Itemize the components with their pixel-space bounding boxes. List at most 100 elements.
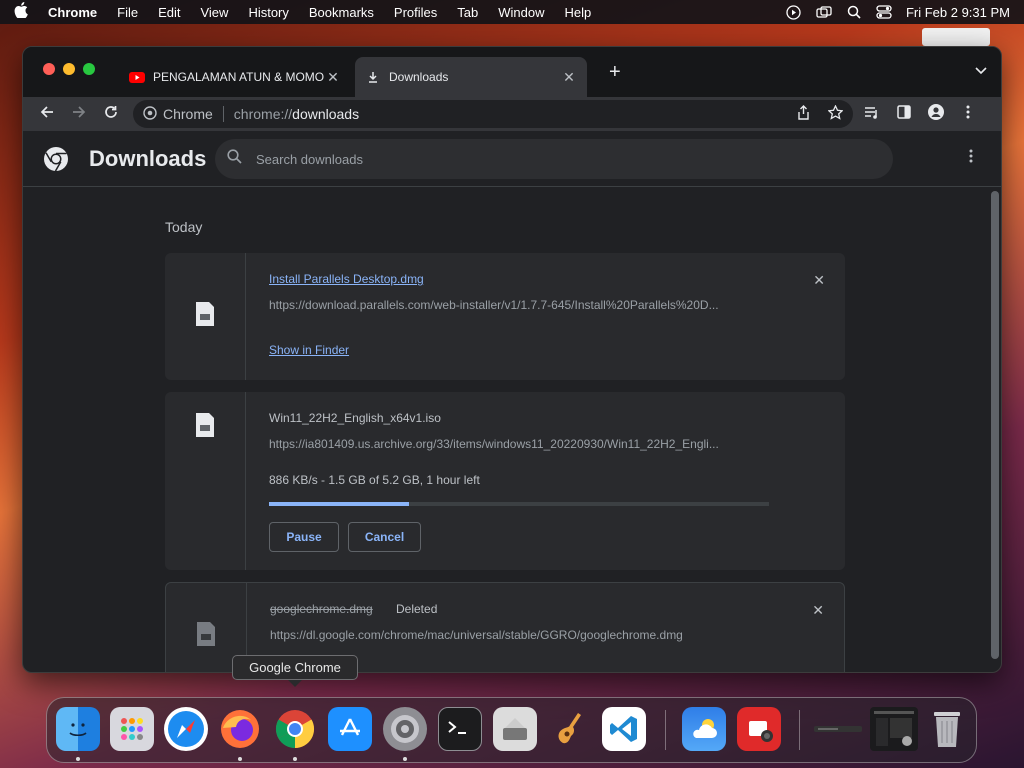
tab-downloads[interactable]: Downloads ✕ bbox=[355, 57, 587, 97]
photo-booth-icon[interactable] bbox=[737, 707, 781, 751]
url-scheme: chrome:// bbox=[233, 106, 293, 122]
omnibox-divider bbox=[222, 106, 224, 122]
date-group-label: Today bbox=[165, 219, 203, 235]
close-tab-icon[interactable]: ✕ bbox=[561, 69, 577, 86]
menu-help[interactable]: Help bbox=[565, 5, 592, 20]
download-status: 886 KB/s - 1.5 GB of 5.2 GB, 1 hour left bbox=[269, 473, 480, 487]
minimize-window-button[interactable] bbox=[63, 63, 75, 75]
share-icon[interactable] bbox=[797, 105, 810, 123]
profile-avatar-icon[interactable] bbox=[927, 103, 945, 125]
spotlight-search-icon[interactable] bbox=[846, 5, 862, 19]
downloads-list: Today Install Parallels Desktop.dmg http… bbox=[23, 187, 1001, 672]
zoom-window-button[interactable] bbox=[83, 63, 95, 75]
browser-toolbar: Chrome chrome:// downloads bbox=[23, 97, 1001, 131]
safari-icon[interactable] bbox=[164, 707, 208, 751]
desktop-file-icon[interactable] bbox=[922, 28, 990, 46]
address-bar[interactable]: Chrome chrome:// downloads bbox=[133, 100, 853, 128]
screen-record-icon[interactable] bbox=[786, 4, 802, 20]
side-panel-icon[interactable] bbox=[895, 104, 913, 124]
menu-profiles[interactable]: Profiles bbox=[394, 5, 437, 20]
menu-file[interactable]: File bbox=[117, 5, 138, 20]
cancel-button[interactable]: Cancel bbox=[348, 522, 421, 552]
trash-icon[interactable] bbox=[925, 707, 969, 751]
tab-search-chevron-icon[interactable] bbox=[975, 64, 987, 78]
chrome-page-icon bbox=[143, 105, 157, 123]
show-in-finder-link[interactable]: Show in Finder bbox=[269, 343, 349, 357]
reload-icon[interactable] bbox=[95, 104, 127, 124]
visual-studio-code-icon[interactable] bbox=[602, 707, 646, 751]
file-url[interactable]: https://dl.google.com/chrome/mac/univers… bbox=[270, 628, 770, 642]
file-icon bbox=[196, 413, 214, 437]
download-progress-fill bbox=[269, 502, 409, 506]
downloads-header: Downloads bbox=[23, 131, 1001, 187]
finder-icon[interactable] bbox=[56, 707, 100, 751]
tab-strip: PENGALAMAN ATUN & MOMO ✕ Downloads ✕ + bbox=[23, 47, 1001, 97]
menu-window[interactable]: Window bbox=[498, 5, 544, 20]
tab-title: PENGALAMAN ATUN & MOMO bbox=[153, 70, 325, 84]
url-path: downloads bbox=[292, 106, 360, 122]
firefox-icon[interactable] bbox=[218, 707, 262, 751]
bookmark-star-icon[interactable] bbox=[827, 104, 844, 123]
chrome-window: PENGALAMAN ATUN & MOMO ✕ Downloads ✕ + C… bbox=[22, 46, 1002, 673]
tab-youtube[interactable]: PENGALAMAN ATUN & MOMO ✕ bbox=[119, 57, 351, 97]
pause-button[interactable]: Pause bbox=[269, 522, 339, 552]
search-downloads-box[interactable] bbox=[215, 139, 893, 179]
chrome-menu-icon[interactable] bbox=[959, 105, 977, 124]
file-name[interactable]: Win11_22H2_English_x64v1.iso bbox=[269, 411, 441, 425]
weather-icon[interactable] bbox=[682, 707, 726, 751]
file-url[interactable]: https://ia801409.us.archive.org/33/items… bbox=[269, 437, 769, 451]
minimized-window-icon[interactable] bbox=[870, 707, 918, 751]
menu-history[interactable]: History bbox=[248, 5, 288, 20]
menu-app-name[interactable]: Chrome bbox=[48, 5, 97, 20]
screen-mirroring-icon[interactable] bbox=[816, 5, 832, 19]
terminal-icon[interactable] bbox=[438, 707, 482, 751]
window-controls bbox=[43, 63, 95, 75]
google-chrome-icon[interactable] bbox=[273, 707, 317, 751]
omnibox-actions bbox=[797, 104, 844, 123]
close-window-button[interactable] bbox=[43, 63, 55, 75]
file-name-link[interactable]: Install Parallels Desktop.dmg bbox=[269, 272, 424, 286]
menu-edit[interactable]: Edit bbox=[158, 5, 180, 20]
media-controls-icon[interactable] bbox=[863, 105, 881, 124]
download-item: Win11_22H2_English_x64v1.iso https://ia8… bbox=[165, 392, 845, 570]
more-actions-icon[interactable] bbox=[969, 149, 973, 163]
system-settings-icon[interactable] bbox=[383, 707, 427, 751]
file-name: googlechrome.dmg bbox=[270, 602, 373, 616]
garageband-icon[interactable] bbox=[547, 707, 591, 751]
running-indicator bbox=[403, 757, 407, 761]
card-divider bbox=[245, 392, 246, 570]
minimized-window-icon[interactable] bbox=[813, 707, 863, 751]
download-icon bbox=[365, 71, 381, 83]
boot-camp-icon[interactable] bbox=[493, 707, 537, 751]
file-url[interactable]: https://download.parallels.com/web-insta… bbox=[269, 298, 769, 312]
running-indicator bbox=[76, 757, 80, 761]
back-arrow-icon[interactable] bbox=[31, 104, 63, 124]
apple-menu-icon[interactable] bbox=[14, 2, 32, 22]
dock-divider bbox=[665, 710, 666, 750]
tooltip-tail bbox=[288, 680, 302, 687]
menu-clock[interactable]: Fri Feb 2 9:31 PM bbox=[906, 5, 1010, 20]
search-input[interactable] bbox=[256, 151, 856, 167]
toolbar-actions bbox=[863, 103, 977, 125]
close-tab-icon[interactable]: ✕ bbox=[325, 69, 341, 86]
menu-bar: Chrome File Edit View History Bookmarks … bbox=[0, 0, 1024, 24]
running-indicator bbox=[293, 757, 297, 761]
dock-tooltip: Google Chrome bbox=[232, 655, 358, 680]
app-store-icon[interactable] bbox=[328, 707, 372, 751]
dock bbox=[46, 697, 977, 763]
dock-divider bbox=[799, 710, 800, 750]
page-title: Downloads bbox=[89, 145, 207, 171]
control-center-icon[interactable] bbox=[876, 5, 892, 19]
remove-from-list-icon[interactable]: ✕ bbox=[812, 602, 824, 619]
deleted-label: Deleted bbox=[396, 602, 438, 616]
new-tab-button[interactable]: + bbox=[609, 62, 621, 82]
search-icon bbox=[227, 149, 242, 169]
scrollbar[interactable] bbox=[991, 191, 999, 659]
menu-view[interactable]: View bbox=[200, 5, 228, 20]
forward-arrow-icon[interactable] bbox=[63, 104, 95, 124]
menu-tab[interactable]: Tab bbox=[457, 5, 478, 20]
remove-from-list-icon[interactable]: ✕ bbox=[813, 272, 825, 289]
menu-bookmarks[interactable]: Bookmarks bbox=[309, 5, 374, 20]
launchpad-icon[interactable] bbox=[110, 707, 154, 751]
card-divider bbox=[245, 253, 246, 380]
